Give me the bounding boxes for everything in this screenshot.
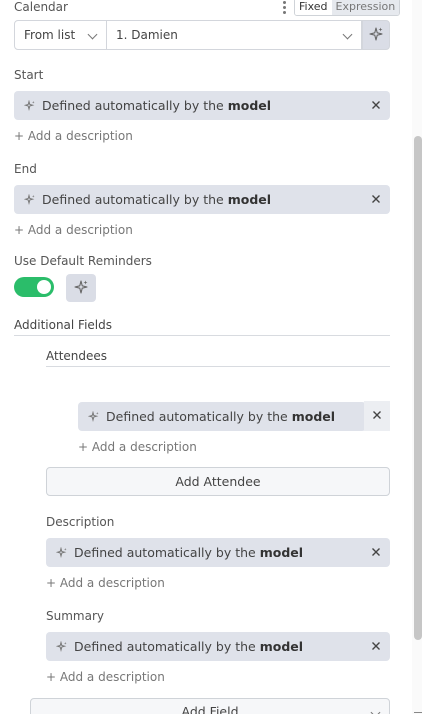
fixed-expression-toggle[interactable]: Fixed Expression (294, 0, 401, 16)
sparkle-icon (73, 279, 89, 298)
ai-value-text: Defined automatically by the (74, 545, 256, 560)
expression-tab[interactable]: Expression (331, 0, 400, 15)
start-ai-value: Defined automatically by the model (14, 91, 390, 120)
description-label: Description (46, 515, 115, 529)
calendar-label: Calendar (14, 0, 68, 14)
sparkle-icon (24, 193, 36, 206)
sparkle-icon (24, 99, 36, 112)
add-description-link[interactable]: + Add a description (14, 129, 133, 143)
ai-value-text: Defined automatically by the (42, 98, 224, 113)
ai-value-text: Defined automatically by the (74, 639, 256, 654)
ai-value-bold: model (259, 639, 304, 654)
add-description-link[interactable]: + Add a description (78, 440, 197, 454)
ai-value-text: Defined automatically by the (106, 409, 288, 424)
calendar-value: 1. Damien (116, 28, 178, 42)
mode-select[interactable]: From list (15, 21, 107, 49)
chevron-down-icon (370, 707, 381, 714)
summary-ai-value: Defined automatically by the model (46, 632, 390, 661)
reminders-toggle[interactable] (14, 277, 54, 297)
ai-fill-button[interactable] (362, 20, 390, 50)
scrollbar-thumb[interactable] (414, 136, 422, 640)
attendees-title: Attendees (46, 349, 108, 363)
sparkle-icon (368, 26, 384, 45)
add-description-link[interactable]: + Add a description (46, 576, 165, 590)
add-field-label: Add Field (181, 704, 239, 714)
description-ai-value: Defined automatically by the model (46, 538, 390, 567)
sparkle-icon (88, 410, 100, 423)
add-description-link[interactable]: + Add a description (14, 223, 133, 237)
more-options-icon[interactable] (279, 0, 289, 16)
sparkle-icon (56, 640, 68, 653)
ai-value-bold: model (291, 409, 336, 424)
ai-value-text: Defined automatically by the (42, 192, 224, 207)
add-description-link[interactable]: + Add a description (46, 670, 165, 684)
ai-value-bold: model (259, 545, 304, 560)
chevron-down-icon (87, 29, 98, 40)
divider (46, 366, 390, 367)
add-attendee-button[interactable]: Add Attendee (46, 467, 390, 496)
summary-label: Summary (46, 609, 104, 623)
close-icon[interactable] (370, 640, 382, 652)
divider (14, 335, 390, 336)
add-field-button[interactable]: Add Field (30, 698, 390, 714)
toggle-knob (37, 280, 51, 294)
close-icon (372, 409, 382, 423)
calendar-value-select[interactable]: 1. Damien (107, 21, 361, 49)
chevron-down-icon (342, 29, 353, 40)
end-ai-value: Defined automatically by the model (14, 185, 390, 214)
mode-select-value: From list (24, 28, 76, 42)
sparkle-icon (56, 546, 68, 559)
use-default-reminders-label: Use Default Reminders (14, 254, 152, 268)
fixed-tab[interactable]: Fixed (295, 0, 332, 15)
start-label: Start (14, 68, 44, 82)
attendee-ai-value: Defined automatically by the model (78, 402, 366, 431)
close-icon[interactable] (370, 546, 382, 558)
ai-value-bold: model (227, 98, 272, 113)
end-label: End (14, 162, 37, 176)
scrollbar-end-mark (414, 712, 422, 713)
close-icon[interactable] (370, 193, 382, 205)
ai-fill-button[interactable] (66, 274, 96, 302)
additional-fields-title: Additional Fields (14, 318, 113, 332)
calendar-select-row: From list 1. Damien (14, 20, 362, 50)
close-icon[interactable] (370, 99, 382, 111)
remove-attendee-button[interactable] (364, 401, 390, 431)
ai-value-bold: model (227, 192, 272, 207)
